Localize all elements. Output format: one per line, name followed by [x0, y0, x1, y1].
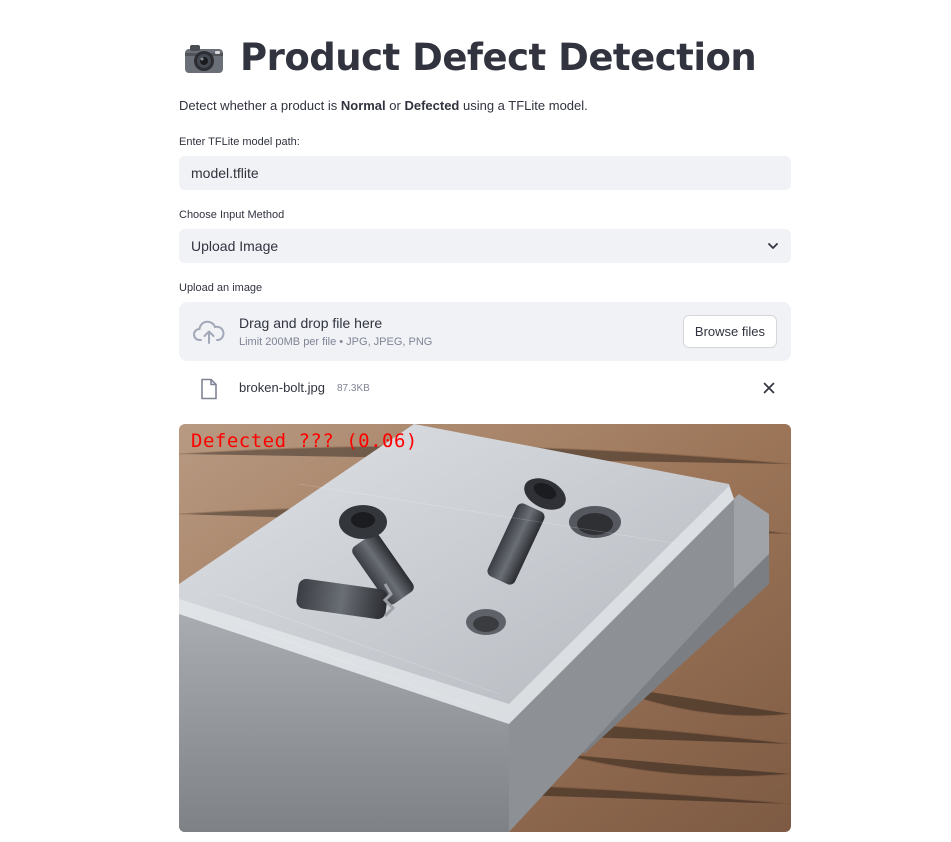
model-path-input[interactable]: model.tflite — [179, 156, 791, 190]
description-defected: Defected — [404, 98, 460, 113]
input-method-select[interactable]: Upload Image — [179, 229, 791, 263]
file-name: broken-bolt.jpg — [239, 380, 325, 395]
browse-files-button[interactable]: Browse files — [682, 315, 777, 348]
close-icon[interactable] — [763, 382, 775, 394]
file-icon — [201, 378, 217, 400]
page-title: Product Defect Detection — [240, 36, 757, 79]
description-middle: or — [385, 98, 405, 113]
model-path-value: model.tflite — [191, 165, 259, 181]
uploaded-file: broken-bolt.jpg 87.3KB — [179, 372, 791, 406]
model-path-label: Enter TFLite model path: — [179, 136, 300, 148]
uploader-label: Upload an image — [179, 282, 263, 294]
input-method-value: Upload Image — [191, 238, 279, 254]
file-size: 87.3KB — [337, 383, 370, 394]
title-row: Product Defect Detection — [184, 36, 757, 79]
description-suffix: using a TFLite model. — [459, 98, 588, 113]
result-image: Defected ??? (0.06) — [179, 424, 791, 832]
file-dropzone[interactable]: Drag and drop file here Limit 200MB per … — [179, 302, 791, 361]
result-photo — [179, 424, 791, 832]
description-normal: Normal — [340, 98, 386, 113]
input-method-label: Choose Input Method — [179, 209, 285, 221]
camera-icon — [185, 44, 223, 73]
description: Detect whether a product is Normal or De… — [179, 98, 588, 113]
dropzone-limit: Limit 200MB per file • JPG, JPEG, PNG — [239, 336, 433, 348]
cloud-upload-icon — [193, 320, 225, 344]
dropzone-instructions: Drag and drop file here — [239, 315, 383, 331]
chevron-down-icon — [768, 243, 778, 249]
description-prefix: Detect whether a product is — [179, 98, 341, 113]
prediction-overlay: Defected ??? (0.06) — [191, 430, 418, 452]
